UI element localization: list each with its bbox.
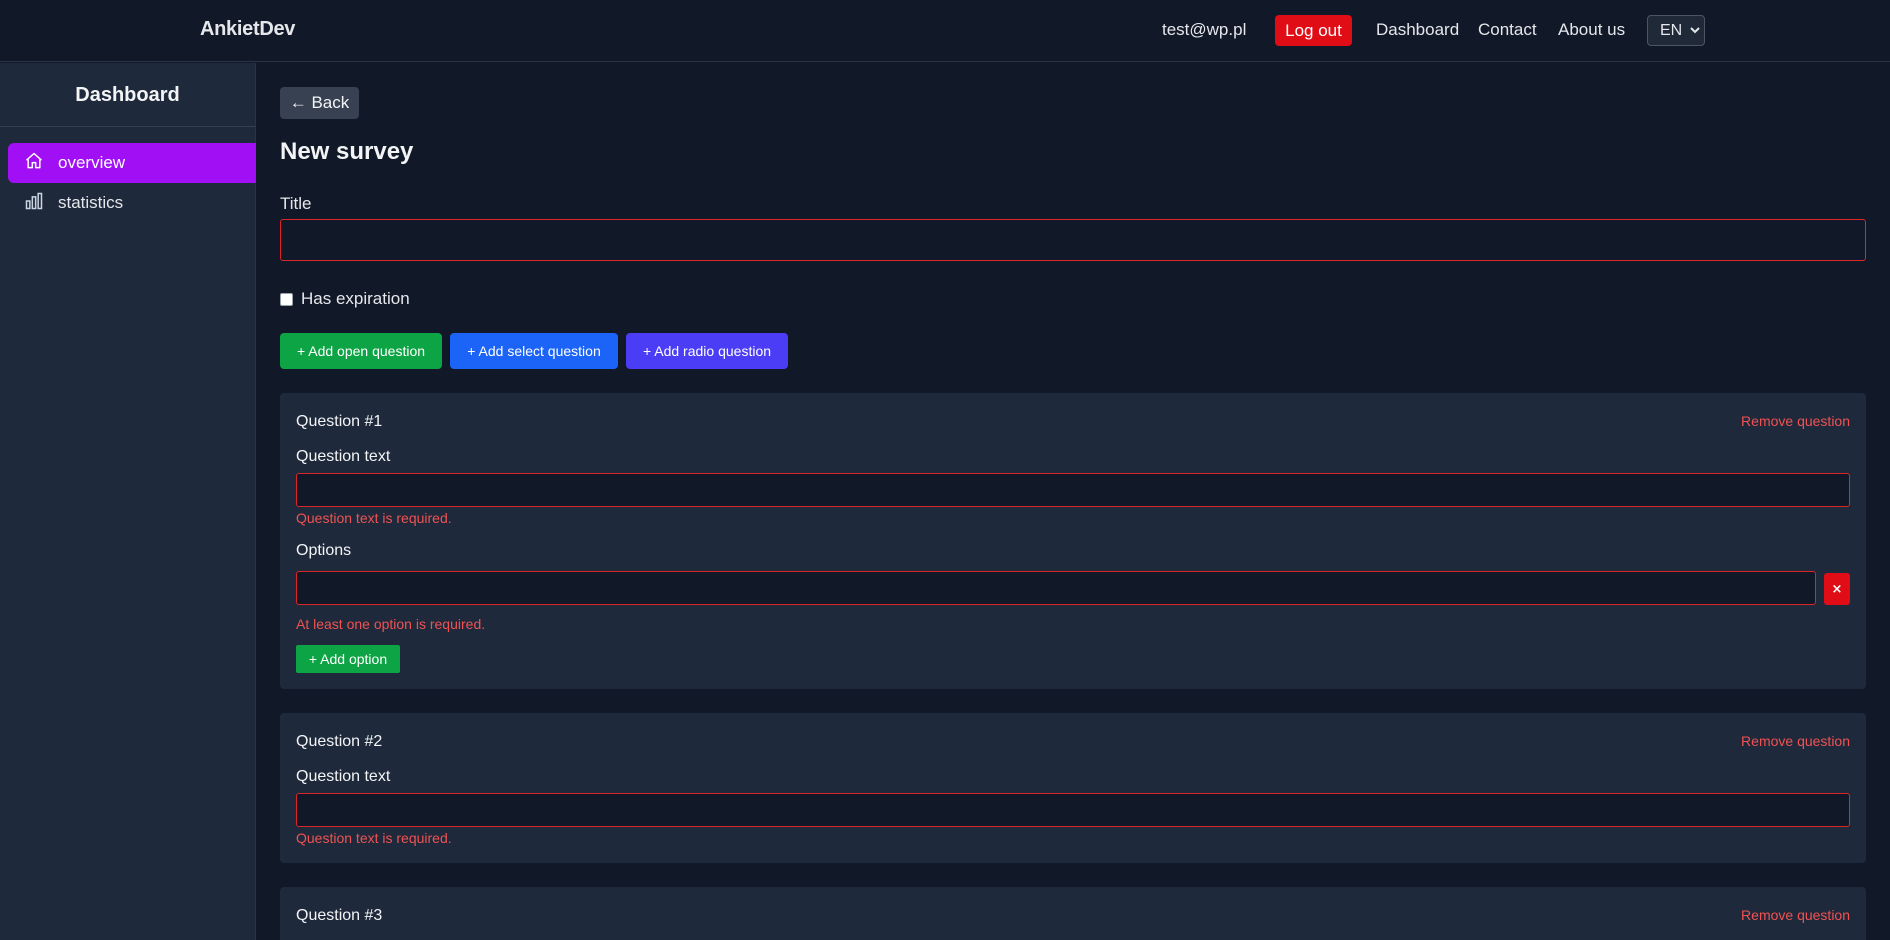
add-open-question-button[interactable]: + Add open question <box>280 333 442 369</box>
sidebar-item-statistics[interactable]: statistics <box>8 183 256 223</box>
sidebar-item-label: overview <box>58 153 126 172</box>
remove-question-link[interactable]: Remove question <box>1741 413 1850 429</box>
title-label: Title <box>280 194 312 213</box>
has-expiration-checkbox[interactable] <box>280 292 293 306</box>
page-title: New survey <box>280 138 414 165</box>
question-card: Question #2 Remove question Question tex… <box>280 713 1866 863</box>
question-title: Question #2 <box>296 733 383 750</box>
nav-link-about-us[interactable]: About us <box>1558 20 1625 40</box>
question-text-error: Question text is required. <box>296 510 452 526</box>
question-card: Question #3 Remove question <box>280 887 1866 940</box>
chevron-down-icon <box>1690 25 1700 37</box>
question-text-error: Question text is required. <box>296 830 452 846</box>
brand-logo[interactable]: AnkietDev <box>200 18 295 41</box>
add-select-question-button[interactable]: + Add select question <box>450 333 618 369</box>
remove-question-link[interactable]: Remove question <box>1741 733 1850 749</box>
sidebar-title: Dashboard <box>0 63 255 127</box>
sidebar-item-label: statistics <box>58 193 124 212</box>
nav-link-dashboard[interactable]: Dashboard <box>1376 20 1459 40</box>
remove-question-link[interactable]: Remove question <box>1741 907 1850 923</box>
logout-button[interactable]: Log out <box>1275 15 1352 46</box>
question-text-input[interactable] <box>296 473 1850 507</box>
add-radio-question-button[interactable]: + Add radio question <box>626 333 788 369</box>
language-value: EN <box>1660 21 1683 39</box>
question-text-label: Question text <box>296 768 391 785</box>
user-email: test@wp.pl <box>1162 20 1247 39</box>
question-card: Question #1 Remove question Question tex… <box>280 393 1866 689</box>
delete-option-button[interactable]: × <box>1824 573 1850 605</box>
add-option-button[interactable]: + Add option <box>296 645 400 673</box>
back-button[interactable]: ← Back <box>280 87 359 119</box>
sidebar-item-overview[interactable]: overview <box>8 143 256 183</box>
bar-chart-icon <box>24 191 44 216</box>
language-select[interactable]: EN <box>1647 15 1705 46</box>
title-input[interactable] <box>280 219 1866 261</box>
sidebar: Dashboard overview statistics <box>0 63 256 940</box>
options-error: At least one option is required. <box>296 616 486 632</box>
options-label: Options <box>296 542 352 559</box>
top-navbar: AnkietDev test@wp.pl Log out Dashboard C… <box>0 0 1890 62</box>
question-title: Question #1 <box>296 413 383 430</box>
home-icon <box>24 151 44 176</box>
question-title: Question #3 <box>296 907 383 924</box>
question-text-label: Question text <box>296 448 391 465</box>
has-expiration-label: Has expiration <box>301 289 410 308</box>
option-input[interactable] <box>296 571 1816 605</box>
has-expiration-row[interactable]: Has expiration <box>280 289 410 309</box>
nav-link-contact[interactable]: Contact <box>1478 20 1537 40</box>
question-text-input[interactable] <box>296 793 1850 827</box>
